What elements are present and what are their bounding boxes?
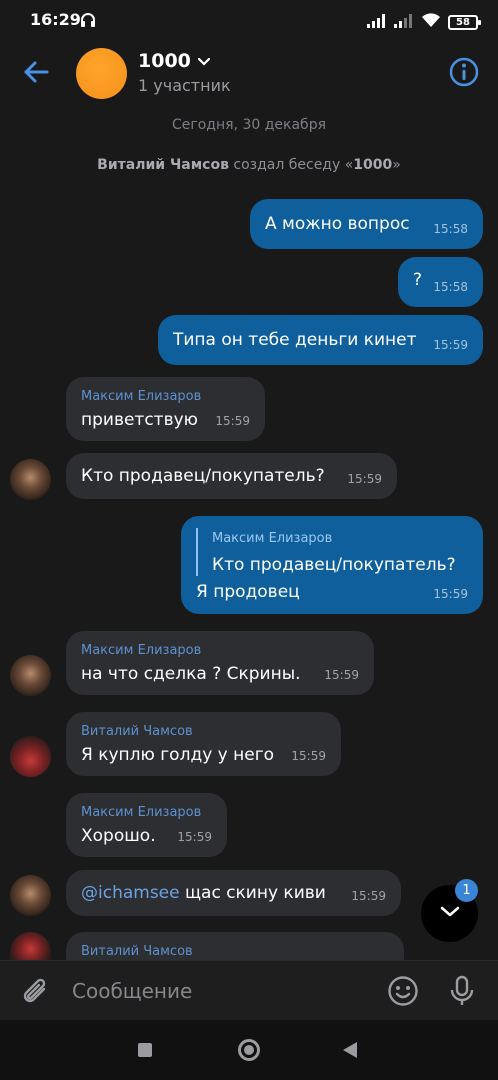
- message-time: 15:59: [433, 338, 468, 352]
- message-incoming[interactable]: Максим Елизаров Хорошо. 15:59: [66, 793, 227, 857]
- message-sender[interactable]: Виталий Чамсов: [81, 721, 193, 743]
- message-outgoing-reply[interactable]: Максим Елизаров Кто продавец/покупатель?…: [181, 516, 483, 614]
- message-outgoing[interactable]: ? 15:58: [398, 257, 483, 307]
- message-sender[interactable]: Виталий Чамсов: [81, 941, 193, 960]
- message-outgoing[interactable]: Типа он тебе деньги кинет 15:59: [158, 315, 483, 365]
- wifi-icon: [421, 12, 441, 32]
- message-incoming[interactable]: Максим Елизаров приветствую 15:59: [66, 377, 265, 441]
- quote-sender: Максим Елизаров: [212, 531, 333, 546]
- avatar[interactable]: [10, 875, 51, 916]
- status-bar: 16:29 58: [0, 0, 498, 44]
- message-sender[interactable]: Максим Елизаров: [81, 386, 201, 408]
- message-time: 15:59: [347, 472, 382, 486]
- system-message-text: создал беседу «: [228, 157, 354, 173]
- system-message-chat: 1000: [353, 157, 393, 173]
- message-time: 15:58: [433, 222, 468, 236]
- message-text: приветствую: [81, 410, 198, 430]
- message-composer: [0, 960, 498, 1020]
- message-incoming[interactable]: Максим Елизаров на что сделка ? Скрины. …: [66, 631, 374, 695]
- message-time: 15:58: [433, 280, 468, 294]
- system-message-end: »: [392, 157, 401, 173]
- message-input[interactable]: [72, 977, 372, 1005]
- message-text: Кто продавец/покупатель?: [81, 466, 325, 486]
- system-back-button[interactable]: [343, 1042, 357, 1058]
- chat-title[interactable]: 1000: [138, 50, 211, 72]
- message-time: 15:59: [324, 668, 359, 682]
- message-text: Типа он тебе деньги кинет: [173, 330, 417, 350]
- recent-apps-button[interactable]: [138, 1043, 152, 1057]
- signal-icon: [394, 13, 414, 32]
- status-time: 16:29: [30, 10, 81, 29]
- battery-icon: 58: [448, 14, 481, 30]
- message-text: А можно вопрос: [265, 214, 410, 234]
- avatar[interactable]: [10, 655, 51, 696]
- message-text-rest: щас скину киви: [179, 883, 326, 903]
- chat-title-text: 1000: [138, 50, 191, 72]
- mic-icon[interactable]: [447, 974, 477, 1012]
- signal-icon: [367, 13, 387, 32]
- date-separator: Сегодня, 30 декабря: [172, 117, 326, 133]
- system-message: Виталий Чамсов создал беседу «1000»: [0, 157, 498, 173]
- message-incoming[interactable]: @ichamsee щас скину киви 15:59: [66, 870, 401, 916]
- message-text: Я продовец: [196, 582, 300, 602]
- chat-avatar[interactable]: [76, 48, 127, 99]
- message-time: 15:59: [291, 749, 326, 763]
- chevron-down-icon: [439, 904, 461, 923]
- chat-header: 1000 1 участник: [0, 44, 498, 104]
- paperclip-icon[interactable]: [20, 975, 52, 1013]
- message-sender[interactable]: Максим Елизаров: [81, 640, 201, 662]
- message-text: Я куплю голду у него: [81, 745, 275, 765]
- message-incoming[interactable]: Кто продавец/покупатель? 15:59: [66, 453, 397, 499]
- quote-text: Кто продавец/покупатель?: [212, 555, 456, 575]
- emoji-icon[interactable]: [386, 974, 420, 1012]
- system-message-actor: Виталий Чамсов: [97, 157, 229, 173]
- home-button[interactable]: [238, 1039, 260, 1061]
- avatar[interactable]: [10, 736, 51, 777]
- system-nav-bar: [0, 1020, 498, 1080]
- participants-count: 1 участник: [138, 76, 231, 95]
- message-sender[interactable]: Максим Елизаров: [81, 802, 201, 824]
- message-text: на что сделка ? Скрины.: [81, 664, 301, 684]
- message-time: 15:59: [177, 830, 212, 844]
- headset-icon: [80, 12, 96, 32]
- message-outgoing[interactable]: А можно вопрос 15:58: [250, 199, 483, 249]
- message-text: Хорошо.: [81, 826, 156, 846]
- message-time: 15:59: [351, 889, 386, 903]
- message-time: 15:59: [215, 414, 250, 428]
- message-incoming[interactable]: Виталий Чамсов: [66, 932, 404, 960]
- reply-quote[interactable]: Максим Елизаров Кто продавец/покупатель?: [196, 528, 456, 576]
- message-text: ?: [413, 270, 423, 290]
- back-arrow-icon[interactable]: [20, 56, 52, 88]
- info-icon[interactable]: [448, 56, 480, 88]
- message-time: 15:59: [433, 587, 468, 601]
- avatar[interactable]: [10, 459, 51, 500]
- chevron-down-icon: [197, 50, 211, 72]
- message-incoming[interactable]: Виталий Чамсов Я куплю голду у него 15:5…: [66, 712, 341, 776]
- mention-link[interactable]: @ichamsee: [81, 883, 180, 903]
- avatar[interactable]: [10, 932, 51, 960]
- message-text: @ichamsee щас скину киви: [81, 882, 326, 904]
- unread-badge: 1: [455, 879, 478, 902]
